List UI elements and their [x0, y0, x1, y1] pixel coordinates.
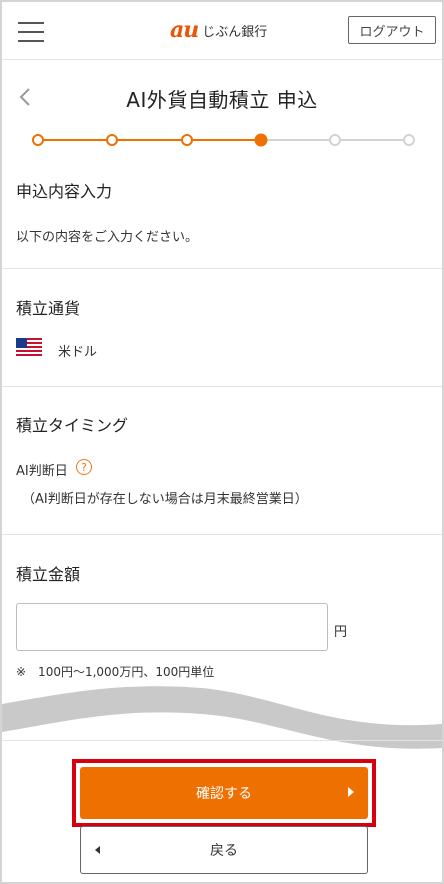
- confirm-button[interactable]: 確認する: [80, 767, 368, 819]
- divider: [2, 386, 442, 387]
- step-6-dot: [403, 134, 415, 146]
- intro-text: 以下の内容をご入力ください。: [16, 230, 199, 245]
- top-header: au じぶん銀行 ログアウト: [2, 2, 442, 60]
- page-title: AI外貨自動積立 申込: [126, 88, 318, 112]
- step-1-dot: [32, 134, 44, 146]
- currency-heading: 積立通貨: [16, 299, 81, 318]
- divider: [2, 534, 442, 535]
- currency-value: 米ドル: [58, 345, 98, 360]
- amount-heading: 積立金額: [16, 565, 81, 584]
- confirm-button-label: 確認する: [196, 786, 252, 802]
- return-button-label: 戻る: [210, 843, 238, 859]
- timing-label: AI判断日: [16, 464, 68, 479]
- step-4-dot-current: [254, 133, 268, 147]
- step-3-dot: [181, 134, 193, 146]
- timing-note: （AI判断日が存在しない場合は月末最終営業日）: [22, 492, 308, 507]
- logout-button[interactable]: ログアウト: [348, 16, 436, 44]
- us-flag-icon: [16, 338, 42, 356]
- step-5-dot: [329, 134, 341, 146]
- back-arrow-icon: [95, 846, 100, 854]
- bank-logo: au じぶん銀行: [170, 17, 268, 43]
- return-button[interactable]: 戻る: [80, 826, 368, 874]
- play-arrow-icon: [348, 787, 354, 797]
- intro-heading: 申込内容入力: [16, 182, 113, 201]
- timing-heading: 積立タイミング: [16, 416, 129, 435]
- hamburger-menu-icon[interactable]: [18, 20, 44, 44]
- logo-au-mark: au: [170, 17, 199, 43]
- divider: [2, 740, 442, 741]
- app-screen: au じぶん銀行 ログアウト AI外貨自動積立 申込 申込内容入力 以下の内容を…: [0, 0, 444, 884]
- amount-unit: 円: [334, 625, 348, 640]
- step-2-dot: [106, 134, 118, 146]
- question-circle-icon[interactable]: ?: [76, 459, 92, 475]
- logo-bank-name: じぶん銀行: [202, 24, 268, 40]
- divider: [2, 268, 442, 269]
- progress-stepper: [32, 133, 415, 147]
- amount-input[interactable]: [16, 603, 328, 651]
- decorative-wave: [2, 686, 442, 749]
- page-title-row: AI外貨自動積立 申込: [2, 76, 442, 120]
